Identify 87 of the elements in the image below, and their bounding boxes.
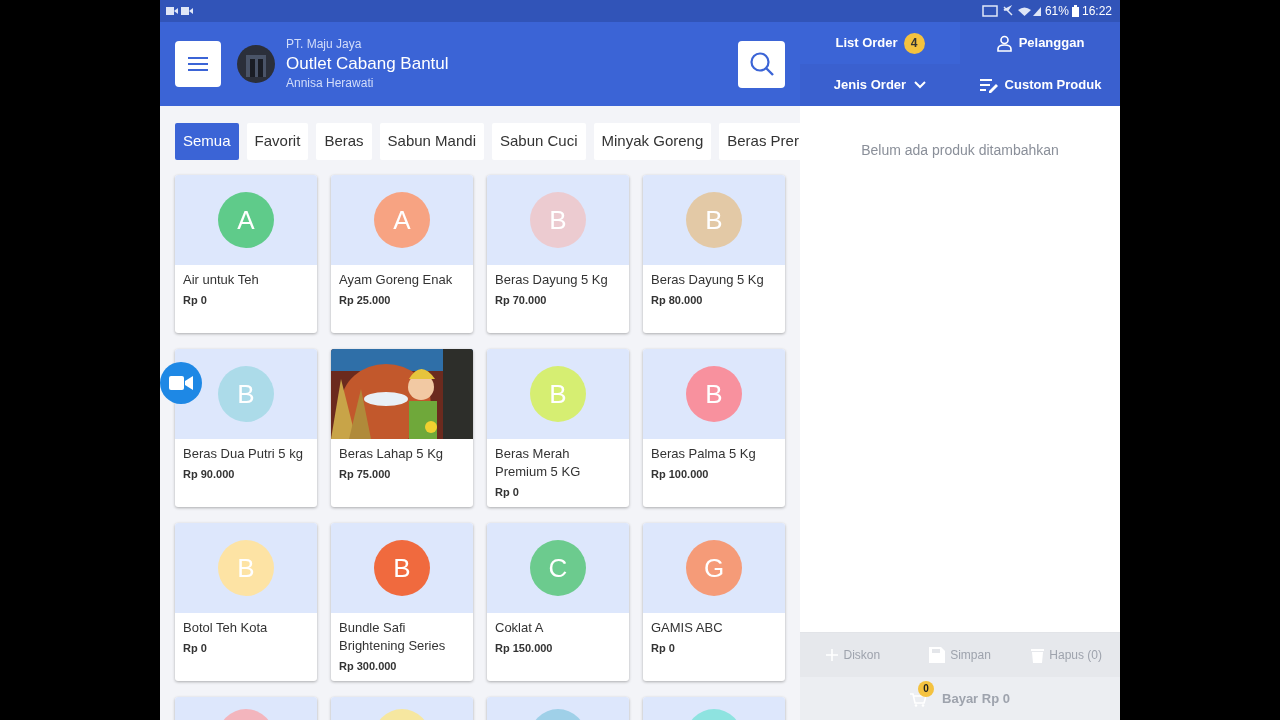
product-card[interactable]: B Bundle Safi Brightening Series Rp 300.000 <box>331 523 473 681</box>
video-icon <box>166 6 194 16</box>
customer-button[interactable]: Pelanggan <box>960 22 1120 64</box>
battery-level: 61% <box>1044 3 1069 20</box>
letter-avatar: B <box>218 366 274 422</box>
save-icon <box>929 647 946 663</box>
signal-icon <box>1032 5 1042 17</box>
product-price: Rp 80.000 <box>651 293 704 308</box>
custom-product-button[interactable]: Custom Produk <box>960 64 1120 106</box>
battery-icon <box>1071 5 1079 17</box>
search-button[interactable] <box>738 40 785 88</box>
letter-avatar: A <box>374 192 430 248</box>
letter-avatar: C <box>530 540 586 596</box>
outlet-avatar <box>237 45 275 83</box>
product-price: Rp 0 <box>495 485 520 500</box>
cart-action-button: Diskon <box>800 633 907 677</box>
letter-avatar: B <box>374 540 430 596</box>
product-price: Rp 150.000 <box>495 641 554 656</box>
search-icon <box>748 51 775 77</box>
record-button[interactable] <box>160 362 202 404</box>
person-icon <box>995 34 1013 52</box>
category-tab[interactable]: Sabun Mandi <box>379 123 484 160</box>
product-price: Rp 0 <box>183 293 208 308</box>
product-name: Coklat A <box>495 619 545 637</box>
letter-avatar: A <box>218 192 274 248</box>
mute-icon <box>1002 5 1013 17</box>
product-price: Rp 70.000 <box>495 293 548 308</box>
product-name: Bundle Safi Brightening Series <box>339 619 447 655</box>
product-name: Beras Lahap 5 Kg <box>339 445 445 463</box>
list-order-button[interactable]: List Order 4 <box>800 22 960 64</box>
letter-avatar: B <box>686 366 742 422</box>
product-name: Botol Teh Kota <box>183 619 269 637</box>
product-card[interactable]: C Coklat A Rp 150.000 <box>487 523 629 681</box>
product-price: Rp 90.000 <box>183 467 236 482</box>
cart-action-button: Simpan <box>906 633 1014 677</box>
product-card[interactable]: B Beras Merah Premium 5 KG Rp 0 <box>487 349 629 507</box>
product-price: Rp 100.000 <box>651 467 710 482</box>
company-name: PT. Maju Jaya <box>286 37 363 52</box>
cast-icon <box>981 5 998 17</box>
cart-icon <box>910 692 927 707</box>
edit-list-icon <box>978 77 999 93</box>
product-name: Beras Palma 5 Kg <box>651 445 757 463</box>
chevron-down-icon <box>914 81 927 89</box>
order-type-dropdown[interactable]: Jenis Order <box>800 64 960 106</box>
product-name: Beras Dua Putri 5 kg <box>183 445 304 463</box>
product-price: Rp 75.000 <box>339 467 392 482</box>
product-card[interactable]: A Ayam Goreng Enak Rp 25.000 <box>331 175 473 333</box>
order-count-badge: 4 <box>903 32 925 54</box>
plus-icon <box>826 649 839 661</box>
user-name: Annisa Herawati <box>286 76 375 91</box>
category-tab[interactable]: Favorit <box>246 123 309 160</box>
cart-count-badge: 0 <box>918 680 935 697</box>
menu-icon <box>187 56 209 72</box>
menu-button[interactable] <box>175 41 221 87</box>
category-tab[interactable]: Minyak Goreng <box>593 123 712 160</box>
product-name: Ayam Goreng Enak <box>339 271 454 289</box>
outlet-name: Outlet Cabang Bantul <box>286 53 449 75</box>
pay-button: 0 Bayar Rp 0 <box>800 677 1120 720</box>
product-price: Rp 0 <box>651 641 676 656</box>
product-card[interactable]: Beras Lahap 5 Kg Rp 75.000 <box>331 349 473 507</box>
letter-avatar: B <box>686 192 742 248</box>
cart-action-button: Hapus (0) <box>1013 633 1120 677</box>
product-price: Rp 300.000 <box>339 659 398 674</box>
video-camera-icon <box>169 375 193 391</box>
letter-avatar: B <box>530 366 586 422</box>
product-card[interactable]: B Botol Teh Kota Rp 0 <box>175 523 317 681</box>
product-name: Air untuk Teh <box>183 271 260 289</box>
product-price: Rp 0 <box>183 641 208 656</box>
letter-avatar: B <box>218 540 274 596</box>
product-name: Beras Merah Premium 5 KG <box>495 445 582 481</box>
category-tab[interactable]: Semua <box>175 123 239 160</box>
product-name: Beras Dayung 5 Kg <box>495 271 609 289</box>
product-name: Beras Dayung 5 Kg <box>651 271 765 289</box>
category-tab[interactable]: Sabun Cuci <box>491 123 586 160</box>
product-card[interactable]: G GAMIS ABC Rp 0 <box>643 523 785 681</box>
product-name: GAMIS ABC <box>651 619 724 637</box>
letter-avatar: G <box>686 540 742 596</box>
category-tab[interactable]: Beras Prer <box>719 123 800 160</box>
product-card[interactable]: B Beras Dayung 5 Kg Rp 80.000 <box>643 175 785 333</box>
product-price: Rp 25.000 <box>339 293 392 308</box>
category-tab[interactable]: Beras <box>316 123 372 160</box>
trash-icon <box>1031 647 1045 663</box>
empty-cart-message: Belum ada produk ditambahkan <box>860 141 1060 160</box>
product-card[interactable]: B Beras Palma 5 Kg Rp 100.000 <box>643 349 785 507</box>
clock: 16:22 <box>1081 3 1112 20</box>
product-card[interactable]: B Beras Dua Putri 5 kg Rp 90.000 <box>175 349 317 507</box>
product-card[interactable]: A Air untuk Teh Rp 0 <box>175 175 317 333</box>
